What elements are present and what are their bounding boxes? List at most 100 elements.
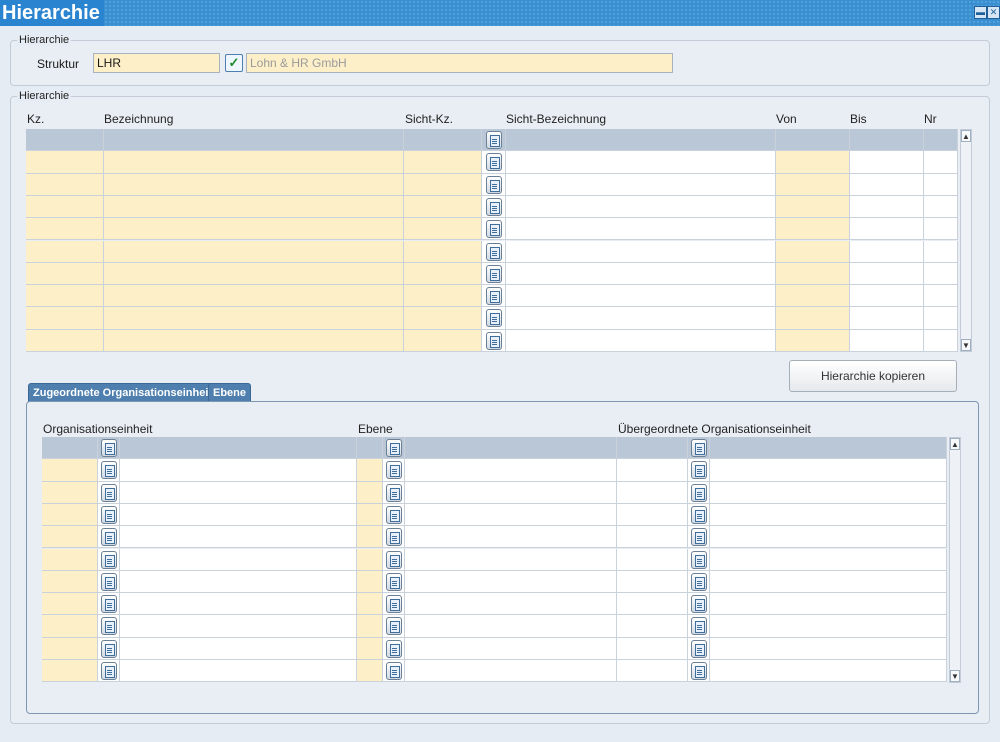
- cell-ebene-text[interactable]: [405, 481, 617, 504]
- cell-uebergeordnet[interactable]: [617, 548, 688, 571]
- cell-bezeichnung[interactable]: [104, 173, 404, 196]
- cell-ebene-text[interactable]: [405, 615, 617, 638]
- scroll-down-icon[interactable]: ▼: [961, 339, 971, 351]
- cell-bis[interactable]: [850, 173, 924, 196]
- cell-uebergeordnet-text[interactable]: [710, 526, 947, 549]
- cell-organisationseinheit[interactable]: [42, 459, 98, 482]
- cell-bezeichnung[interactable]: [104, 307, 404, 330]
- scroll-up-icon[interactable]: ▲: [950, 438, 960, 450]
- cell-bezeichnung[interactable]: [104, 129, 404, 152]
- cell-von[interactable]: [776, 129, 850, 152]
- cell-organisationseinheit-text[interactable]: [120, 660, 357, 683]
- cell-organisationseinheit-text[interactable]: [120, 637, 357, 660]
- cell-kz[interactable]: [26, 173, 104, 196]
- cell-sicht-kz[interactable]: [404, 195, 482, 219]
- list-lookup-icon[interactable]: [101, 662, 117, 680]
- cell-sicht-bezeichnung[interactable]: [506, 218, 776, 241]
- cell-uebergeordnet[interactable]: [617, 615, 688, 638]
- cell-kz[interactable]: [26, 195, 104, 219]
- cell-sicht-bezeichnung[interactable]: [506, 262, 776, 286]
- list-lookup-icon[interactable]: [101, 550, 117, 569]
- cell-bis[interactable]: [850, 285, 924, 308]
- cell-ebene[interactable]: [357, 459, 383, 482]
- cell-uebergeordnet[interactable]: [617, 437, 688, 460]
- cell-uebergeordnet[interactable]: [617, 459, 688, 482]
- cell-nr[interactable]: [924, 329, 958, 352]
- cell-organisationseinheit-text[interactable]: [120, 593, 357, 616]
- list-lookup-icon[interactable]: [386, 639, 402, 658]
- cell-organisationseinheit[interactable]: [42, 437, 98, 460]
- cell-organisationseinheit-text[interactable]: [120, 615, 357, 638]
- cell-bis[interactable]: [850, 307, 924, 330]
- cell-uebergeordnet-text[interactable]: [710, 593, 947, 616]
- list-lookup-icon[interactable]: [691, 483, 707, 502]
- list-lookup-icon[interactable]: [486, 197, 502, 216]
- cell-bis[interactable]: [850, 218, 924, 241]
- list-lookup-icon[interactable]: [486, 309, 502, 328]
- cell-kz[interactable]: [26, 218, 104, 241]
- list-lookup-icon[interactable]: [386, 550, 402, 569]
- cell-sicht-bezeichnung[interactable]: [506, 285, 776, 308]
- cell-nr[interactable]: [924, 262, 958, 286]
- cell-uebergeordnet[interactable]: [617, 503, 688, 527]
- list-lookup-icon[interactable]: [691, 617, 707, 636]
- cell-von[interactable]: [776, 285, 850, 308]
- list-lookup-icon[interactable]: [486, 153, 502, 172]
- list-lookup-icon[interactable]: [691, 595, 707, 614]
- cell-von[interactable]: [776, 151, 850, 174]
- cell-von[interactable]: [776, 329, 850, 352]
- list-lookup-icon[interactable]: [386, 439, 402, 457]
- cell-von[interactable]: [776, 173, 850, 196]
- list-lookup-icon[interactable]: [691, 550, 707, 569]
- cell-sicht-kz[interactable]: [404, 151, 482, 174]
- cell-sicht-bezeichnung[interactable]: [506, 307, 776, 330]
- cell-bezeichnung[interactable]: [104, 285, 404, 308]
- cell-ebene-text[interactable]: [405, 437, 617, 460]
- cell-organisationseinheit[interactable]: [42, 660, 98, 683]
- cell-von[interactable]: [776, 307, 850, 330]
- cell-nr[interactable]: [924, 173, 958, 196]
- cell-bis[interactable]: [850, 262, 924, 286]
- list-lookup-icon[interactable]: [386, 617, 402, 636]
- list-lookup-icon[interactable]: [486, 220, 502, 239]
- list-lookup-icon[interactable]: [486, 287, 502, 306]
- cell-organisationseinheit-text[interactable]: [120, 481, 357, 504]
- cell-sicht-bezeichnung[interactable]: [506, 329, 776, 352]
- cell-uebergeordnet-text[interactable]: [710, 437, 947, 460]
- cell-uebergeordnet[interactable]: [617, 637, 688, 660]
- list-lookup-icon[interactable]: [486, 131, 502, 149]
- struktur-lookup-check-icon[interactable]: ✓: [225, 54, 243, 72]
- cell-organisationseinheit[interactable]: [42, 526, 98, 549]
- cell-nr[interactable]: [924, 129, 958, 152]
- list-lookup-icon[interactable]: [386, 595, 402, 614]
- cell-uebergeordnet-text[interactable]: [710, 548, 947, 571]
- cell-organisationseinheit-text[interactable]: [120, 570, 357, 594]
- cell-uebergeordnet-text[interactable]: [710, 570, 947, 594]
- cell-ebene[interactable]: [357, 503, 383, 527]
- cell-ebene-text[interactable]: [405, 637, 617, 660]
- copy-hierarchy-button[interactable]: Hierarchie kopieren: [789, 360, 957, 392]
- cell-organisationseinheit-text[interactable]: [120, 459, 357, 482]
- cell-ebene-text[interactable]: [405, 593, 617, 616]
- cell-kz[interactable]: [26, 240, 104, 263]
- cell-uebergeordnet-text[interactable]: [710, 481, 947, 504]
- cell-ebene[interactable]: [357, 548, 383, 571]
- cell-uebergeordnet-text[interactable]: [710, 459, 947, 482]
- cell-sicht-kz[interactable]: [404, 173, 482, 196]
- cell-kz[interactable]: [26, 307, 104, 330]
- cell-sicht-bezeichnung[interactable]: [506, 151, 776, 174]
- cell-ebene[interactable]: [357, 615, 383, 638]
- cell-uebergeordnet[interactable]: [617, 660, 688, 683]
- cell-organisationseinheit-text[interactable]: [120, 526, 357, 549]
- cell-von[interactable]: [776, 240, 850, 263]
- cell-kz[interactable]: [26, 262, 104, 286]
- cell-uebergeordnet-text[interactable]: [710, 615, 947, 638]
- cell-von[interactable]: [776, 218, 850, 241]
- cell-organisationseinheit[interactable]: [42, 503, 98, 527]
- cell-uebergeordnet-text[interactable]: [710, 660, 947, 683]
- list-lookup-icon[interactable]: [691, 528, 707, 547]
- list-lookup-icon[interactable]: [691, 505, 707, 524]
- cell-organisationseinheit[interactable]: [42, 548, 98, 571]
- cell-bezeichnung[interactable]: [104, 218, 404, 241]
- cell-ebene-text[interactable]: [405, 503, 617, 527]
